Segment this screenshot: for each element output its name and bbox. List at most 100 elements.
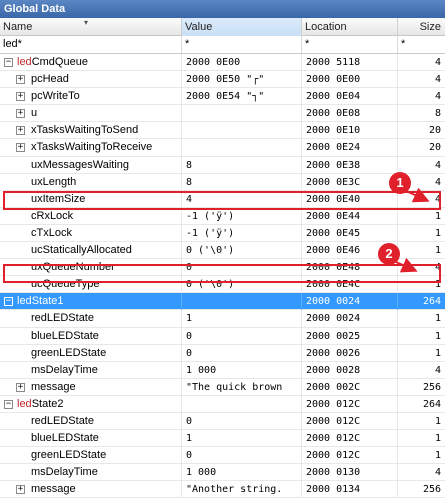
variable-name: ucStaticallyAllocated <box>31 242 132 259</box>
cell-location: 2000 0E10 <box>302 122 398 140</box>
cell-value <box>182 122 302 140</box>
filter-location-input[interactable]: * <box>302 36 398 53</box>
table-row[interactable]: msDelayTime 1 000 2000 0130 4 <box>0 464 445 482</box>
variable-name: cTxLock <box>31 225 72 242</box>
cell-name: ucQueueType <box>0 276 182 294</box>
table-row[interactable]: greenLEDState 0 2000 0026 1 <box>0 344 445 362</box>
cell-name: + message <box>0 481 182 498</box>
collapse-icon[interactable]: − <box>4 58 13 67</box>
name-text: greenLEDState <box>31 449 107 462</box>
name-text: xTasksWaitingToReceive <box>31 141 153 154</box>
cell-location: 2000 0024 <box>302 310 398 328</box>
name-text: msDelayTime <box>31 363 98 376</box>
cell-size: 1 <box>434 450 441 462</box>
table-row[interactable]: − ledState2 2000 012C 264 <box>0 395 445 413</box>
cell-size: 1 <box>434 279 441 291</box>
table-row[interactable]: redLEDState 1 2000 0024 1 <box>0 310 445 328</box>
cell-location: 2000 0025 <box>302 327 398 345</box>
expand-icon[interactable]: + <box>16 92 25 102</box>
cell-location: 2000 0028 <box>302 361 398 379</box>
table-row[interactable]: blueLEDState 0 2000 0025 1 <box>0 327 445 345</box>
table-row[interactable]: redLEDState 0 2000 012C 1 <box>0 412 445 431</box>
column-header-size[interactable]: Size <box>398 18 445 36</box>
cell-value: -1 ('ÿ') <box>182 224 302 242</box>
cell-name: − ledCmdQueue <box>0 54 182 71</box>
cell-location: 2000 0E04 <box>302 88 398 106</box>
cell-location: 2000 012C <box>302 395 398 413</box>
column-header-location[interactable]: Location <box>302 18 398 36</box>
collapse-icon[interactable]: − <box>4 297 13 307</box>
expand-icon[interactable]: + <box>16 126 25 136</box>
table-row[interactable]: + xTasksWaitingToSend 2000 0E10 20 <box>0 122 445 140</box>
cell-name: − ledState1 <box>0 293 182 311</box>
annotation-badge-2: 2 <box>378 243 400 265</box>
table-row[interactable]: greenLEDState 0 2000 012C 1 <box>0 447 445 465</box>
cell-size: 1 <box>434 415 441 427</box>
cell-name: ucStaticallyAllocated <box>0 242 182 260</box>
cell-size: 4 <box>434 74 441 86</box>
cell-value: 0 <box>182 259 302 277</box>
cell-name: − ledState2 <box>0 395 182 413</box>
name-text: pcHead <box>31 73 69 86</box>
name-text: cRxLock <box>31 209 74 222</box>
table-row[interactable]: − ledState1 2000 0024 264 <box>0 293 445 311</box>
cell-value: 1 000 <box>182 361 302 379</box>
variable-name: greenLEDState <box>31 345 106 362</box>
variable-name: pcWriteTo <box>31 88 80 105</box>
cell-size: 4 <box>434 91 441 103</box>
name-match-prefix: led <box>17 295 32 308</box>
table-row[interactable]: uxItemSize 4 2000 0E40 4 <box>0 190 445 208</box>
expand-icon[interactable]: + <box>16 143 25 153</box>
table-row[interactable]: + xTasksWaitingToReceive 2000 0E24 20 <box>0 139 445 157</box>
cell-location: 2000 0E00 <box>302 71 398 89</box>
cell-size: 256 <box>422 381 441 393</box>
cell-size: 1 <box>434 347 441 359</box>
variable-name: uxMessagesWaiting <box>31 157 129 174</box>
table-row[interactable]: uxQueueNumber 0 2000 0E48 4 <box>0 259 445 277</box>
table-row[interactable]: + message "The quick brown 2000 002C 256 <box>0 378 445 396</box>
cell-value <box>182 105 302 123</box>
name-match-prefix: led <box>17 56 32 68</box>
variable-name: msDelayTime <box>31 464 98 481</box>
name-text: cTxLock <box>31 226 72 239</box>
table-row[interactable]: + pcWriteTo 2000 0E54 "┐" 2000 0E04 4 <box>0 88 445 106</box>
cell-size: 1 <box>434 330 441 342</box>
variable-name: msDelayTime <box>31 362 98 379</box>
cell-name: blueLEDState <box>0 327 182 345</box>
window-title: Global Data <box>0 0 445 18</box>
table-row[interactable]: + u 2000 0E08 8 <box>0 105 445 123</box>
name-text: message <box>31 483 76 496</box>
table-row[interactable]: blueLEDState 1 2000 012C 1 <box>0 430 445 448</box>
expand-icon[interactable]: + <box>16 485 25 495</box>
table-row[interactable]: uxMessagesWaiting 8 2000 0E38 4 <box>0 156 445 174</box>
table-row[interactable]: cTxLock -1 ('ÿ') 2000 0E45 1 <box>0 224 445 243</box>
cell-location: 2000 012C <box>302 412 398 430</box>
cell-location: 2000 5118 <box>302 54 398 71</box>
table-row[interactable]: cRxLock -1 ('ÿ') 2000 0E44 1 <box>0 207 445 225</box>
expand-icon[interactable]: + <box>16 382 25 392</box>
table-row[interactable]: ucQueueType 0 ('\0') 2000 0E4C 1 <box>0 276 445 294</box>
name-text: u <box>31 107 38 120</box>
cell-value: 0 <box>182 412 302 430</box>
column-header-value[interactable]: Value <box>182 18 302 36</box>
expand-icon[interactable]: + <box>16 109 25 119</box>
name-text: State2 <box>31 397 64 410</box>
expand-icon[interactable]: + <box>16 75 25 85</box>
table-row[interactable]: + message "Another string. 2000 0134 256 <box>0 481 445 498</box>
cell-location: 2000 0E4C <box>302 276 398 294</box>
cell-size: 20 <box>428 125 441 137</box>
filter-value-input[interactable]: * <box>182 36 302 53</box>
cell-location: 2000 0130 <box>302 464 398 482</box>
cell-name: cRxLock <box>0 207 182 225</box>
filter-name-input[interactable]: led* <box>0 36 182 53</box>
table-row[interactable]: uxLength 8 2000 0E3C 4 <box>0 173 445 191</box>
filter-size-input[interactable]: * <box>398 36 445 53</box>
cell-size: 256 <box>422 484 441 496</box>
table-row[interactable]: + pcHead 2000 0E50 "┌" 2000 0E00 4 <box>0 71 445 89</box>
table-row[interactable]: − ledCmdQueue 2000 0E00 2000 5118 4 <box>0 54 445 72</box>
table-row[interactable]: msDelayTime 1 000 2000 0028 4 <box>0 361 445 379</box>
collapse-icon[interactable]: − <box>4 399 13 409</box>
name-text: uxItemSize <box>31 192 86 205</box>
cell-name: blueLEDState <box>0 430 182 448</box>
column-header-name[interactable]: Name ▾ <box>0 18 182 36</box>
